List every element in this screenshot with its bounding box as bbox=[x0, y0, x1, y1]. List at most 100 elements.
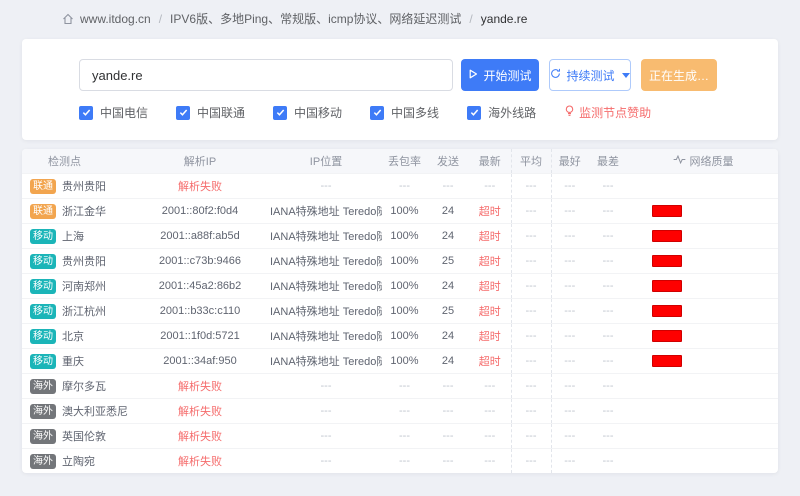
line-checkbox-0[interactable]: 中国电信 bbox=[79, 104, 148, 121]
table-row: 移动北京2001::1f0d:5721IANA特殊地址 Teredo隧道地址10… bbox=[22, 323, 778, 348]
avg-cell: --- bbox=[511, 248, 551, 273]
loss-cell: --- bbox=[382, 398, 427, 423]
checkbox-checked-icon[interactable] bbox=[79, 106, 93, 120]
quality-bar bbox=[652, 305, 682, 317]
node-name: 贵州贵阳 bbox=[62, 181, 106, 193]
header-resolved-ip: 解析IP bbox=[130, 149, 270, 173]
node-cell: 移动重庆 bbox=[22, 348, 130, 373]
line-options-row: 中国电信 中国联通 中国移动 中国多线 海外线路 监测节点赞助 bbox=[79, 104, 721, 121]
quality-bar bbox=[652, 255, 682, 267]
avg-cell: --- bbox=[511, 423, 551, 448]
test-input-row: 开始测试 持续测试 正在生成… bbox=[79, 59, 721, 91]
sent-cell: --- bbox=[427, 448, 469, 473]
breadcrumb-separator: / bbox=[157, 12, 164, 26]
quality-bar bbox=[652, 280, 682, 292]
line-checkbox-3[interactable]: 中国多线 bbox=[370, 104, 439, 121]
table-row: 移动河南郑州2001::45a2:86b2IANA特殊地址 Teredo隧道地址… bbox=[22, 273, 778, 298]
carrier-badge: 海外 bbox=[30, 379, 56, 394]
avg-cell: --- bbox=[511, 273, 551, 298]
sent-cell: --- bbox=[427, 173, 469, 198]
header-node: 检测点 bbox=[22, 149, 130, 173]
checkbox-checked-icon[interactable] bbox=[467, 106, 481, 120]
avg-cell: --- bbox=[511, 298, 551, 323]
sponsor-link[interactable]: 监测节点赞助 bbox=[564, 104, 651, 121]
table-row: 海外澳大利亚悉尼解析失败--------------------- bbox=[22, 398, 778, 423]
best-cell: --- bbox=[551, 173, 588, 198]
node-name: 英国伦敦 bbox=[62, 431, 106, 443]
ip-location-cell: IANA特殊地址 Teredo隧道地址 bbox=[270, 298, 382, 323]
ip-location-cell: IANA特殊地址 Teredo隧道地址 bbox=[270, 198, 382, 223]
ip-location-cell: IANA特殊地址 Teredo隧道地址 bbox=[270, 223, 382, 248]
node-cell: 联通浙江金华 bbox=[22, 198, 130, 223]
generating-label: 正在生成… bbox=[649, 67, 709, 84]
avg-cell: --- bbox=[511, 198, 551, 223]
resolved-ip-cell: 解析失败 bbox=[130, 173, 270, 198]
line-checkbox-label: 中国移动 bbox=[294, 104, 342, 121]
ip-location-cell: IANA特殊地址 Teredo隧道地址 bbox=[270, 323, 382, 348]
header-latest: 最新 bbox=[469, 149, 511, 173]
node-name: 上海 bbox=[62, 231, 84, 243]
start-test-button[interactable]: 开始测试 bbox=[461, 59, 539, 91]
avg-cell: --- bbox=[511, 173, 551, 198]
test-panel: 开始测试 持续测试 正在生成… 中国电信 中国联通 中国移动 中国多线 海外线路 监测节… bbox=[22, 39, 778, 140]
latest-cell: --- bbox=[469, 423, 511, 448]
continuous-test-button[interactable]: 持续测试 bbox=[549, 59, 631, 91]
table-row: 海外立陶宛解析失败--------------------- bbox=[22, 448, 778, 473]
lightbulb-icon bbox=[564, 105, 575, 120]
table-row: 海外摩尔多瓦解析失败--------------------- bbox=[22, 373, 778, 398]
avg-cell: --- bbox=[511, 323, 551, 348]
ip-location-cell: --- bbox=[270, 398, 382, 423]
ip-location-cell: IANA特殊地址 Teredo隧道地址 bbox=[270, 273, 382, 298]
resolved-ip-cell: 解析失败 bbox=[130, 373, 270, 398]
checkbox-checked-icon[interactable] bbox=[176, 106, 190, 120]
sent-cell: --- bbox=[427, 423, 469, 448]
quality-bar bbox=[652, 330, 682, 342]
breadcrumb-section-link[interactable]: IPV6版、多地Ping、常规版、icmp协议、网络延迟测试 bbox=[170, 10, 461, 27]
node-name: 摩尔多瓦 bbox=[62, 381, 106, 393]
node-name: 重庆 bbox=[62, 356, 84, 368]
generating-button[interactable]: 正在生成… bbox=[641, 59, 717, 91]
quality-cell bbox=[628, 298, 778, 323]
loss-cell: --- bbox=[382, 423, 427, 448]
sent-cell: 24 bbox=[427, 348, 469, 373]
table-header-row: 检测点 解析IP IP位置 丢包率 发送 最新 平均 最好 最差 网络质量 bbox=[22, 149, 778, 173]
breadcrumb-site-link[interactable]: www.itdog.cn bbox=[80, 12, 151, 26]
header-best: 最好 bbox=[551, 149, 588, 173]
ip-location-cell: IANA特殊地址 Teredo隧道地址 bbox=[270, 248, 382, 273]
latest-cell: 超时 bbox=[469, 298, 511, 323]
carrier-badge: 海外 bbox=[30, 429, 56, 444]
header-worst: 最差 bbox=[588, 149, 628, 173]
avg-cell: --- bbox=[511, 373, 551, 398]
quality-bar bbox=[652, 230, 682, 242]
avg-cell: --- bbox=[511, 223, 551, 248]
latest-cell: 超时 bbox=[469, 223, 511, 248]
loss-cell: 100% bbox=[382, 298, 427, 323]
checkbox-checked-icon[interactable] bbox=[273, 106, 287, 120]
sent-cell: 24 bbox=[427, 198, 469, 223]
sent-cell: --- bbox=[427, 373, 469, 398]
worst-cell: --- bbox=[588, 373, 628, 398]
node-name: 浙江杭州 bbox=[62, 306, 106, 318]
resolved-ip-cell: 2001::1f0d:5721 bbox=[130, 323, 270, 348]
worst-cell: --- bbox=[588, 198, 628, 223]
best-cell: --- bbox=[551, 348, 588, 373]
host-input[interactable] bbox=[79, 59, 453, 91]
checkbox-checked-icon[interactable] bbox=[370, 106, 384, 120]
avg-cell: --- bbox=[511, 348, 551, 373]
line-checkbox-4[interactable]: 海外线路 bbox=[467, 104, 536, 121]
node-cell: 移动河南郑州 bbox=[22, 273, 130, 298]
header-ip-location: IP位置 bbox=[270, 149, 382, 173]
carrier-badge: 移动 bbox=[30, 279, 56, 294]
worst-cell: --- bbox=[588, 323, 628, 348]
node-cell: 移动浙江杭州 bbox=[22, 298, 130, 323]
sent-cell: 24 bbox=[427, 273, 469, 298]
worst-cell: --- bbox=[588, 248, 628, 273]
continuous-test-label: 持续测试 bbox=[566, 67, 614, 84]
resolved-ip-cell: 2001::c73b:9466 bbox=[130, 248, 270, 273]
carrier-badge: 移动 bbox=[30, 329, 56, 344]
best-cell: --- bbox=[551, 198, 588, 223]
line-checkbox-1[interactable]: 中国联通 bbox=[176, 104, 245, 121]
resolved-ip-cell: 2001::45a2:86b2 bbox=[130, 273, 270, 298]
line-checkbox-2[interactable]: 中国移动 bbox=[273, 104, 342, 121]
resolved-ip-cell: 2001::b33c:c110 bbox=[130, 298, 270, 323]
